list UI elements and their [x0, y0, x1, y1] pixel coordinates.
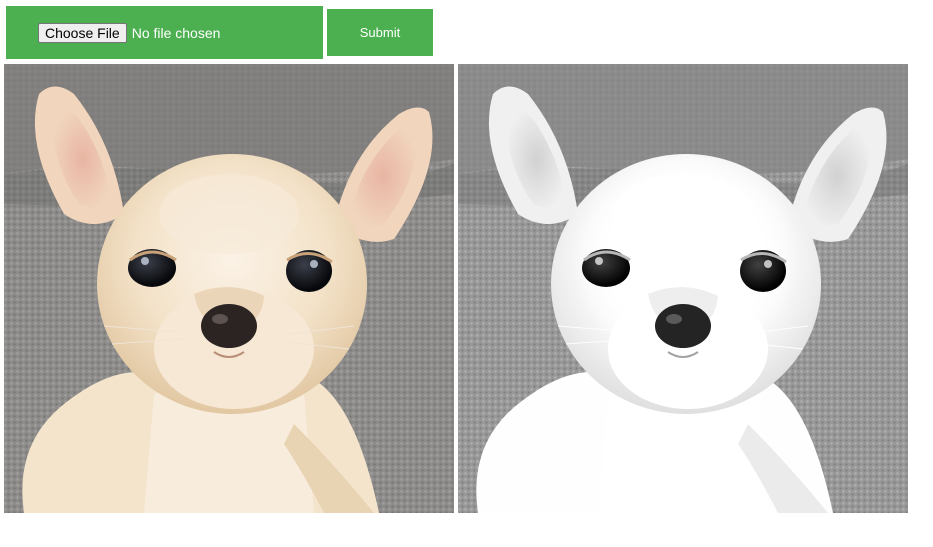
- grayscale-image: [458, 64, 908, 513]
- submit-button[interactable]: Submit: [327, 9, 433, 56]
- puppy-photo-icon: [458, 64, 908, 513]
- choose-file-button[interactable]: Choose File: [38, 22, 127, 43]
- original-image: [4, 64, 454, 513]
- file-status-text: No file chosen: [131, 24, 221, 41]
- file-upload-bar: Choose File No file chosen: [6, 6, 323, 59]
- puppy-photo-icon: [4, 64, 454, 513]
